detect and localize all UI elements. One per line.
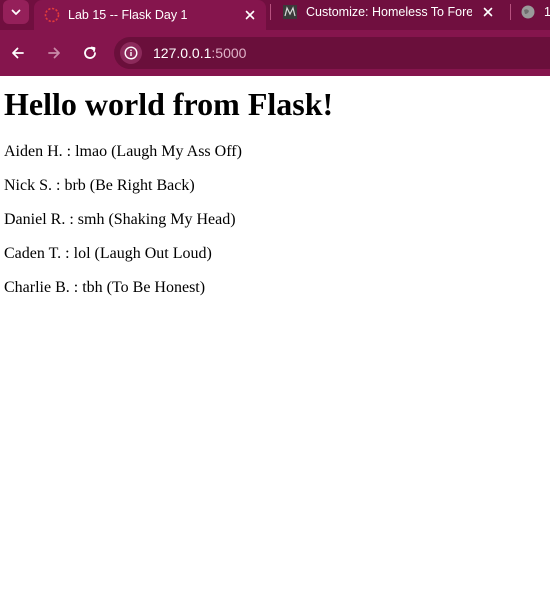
site-logo-icon (282, 4, 298, 20)
site-info-button[interactable] (120, 42, 142, 64)
arrow-left-icon (12, 47, 24, 59)
tab-title: Customize: Homeless To Foreve (306, 5, 472, 19)
toolbar: 127.0.0.1:5000 (0, 30, 550, 76)
address-bar[interactable]: 127.0.0.1:5000 (114, 37, 550, 69)
url-host: 127.0.0.1 (153, 45, 212, 61)
page-content: Hello world from Flask! Aiden H. : lmao … (0, 76, 550, 592)
loading-spinner-icon (44, 7, 60, 23)
browser-chrome: Lab 15 -- Flask Day 1 Customize: Homeles… (0, 0, 550, 76)
tab-strip: Lab 15 -- Flask Day 1 Customize: Homeles… (0, 0, 550, 30)
slang-entry: Daniel R. : smh (Shaking My Head) (4, 211, 236, 228)
tab-third[interactable]: 1 (514, 0, 550, 24)
info-icon (124, 46, 138, 60)
tab-separator (270, 4, 271, 20)
globe-icon (520, 4, 536, 20)
slang-entry: Charlie B. : tbh (To Be Honest) (4, 279, 206, 296)
back-button[interactable] (6, 41, 30, 65)
tab-search-button[interactable] (3, 0, 29, 24)
forward-button[interactable] (42, 41, 66, 65)
tab-title: 1 (544, 5, 550, 19)
tab-customize[interactable]: Customize: Homeless To Foreve (274, 0, 506, 24)
slang-entry: Nick S. : brb (Be Right Back) (4, 177, 195, 194)
page-heading: Hello world from Flask! (4, 86, 334, 122)
slang-entry: Caden T. : lol (Laugh Out Loud) (4, 245, 212, 262)
close-tab-icon[interactable] (242, 7, 258, 23)
chevron-down-icon (11, 9, 21, 15)
url-port: :5000 (211, 45, 247, 61)
close-tab-icon[interactable] (480, 4, 496, 20)
tab-separator (510, 4, 511, 20)
url-text[interactable]: 127.0.0.1:5000 (153, 45, 246, 61)
slang-entry: Aiden H. : lmao (Laugh My Ass Off) (4, 143, 242, 160)
arrow-right-icon (48, 47, 60, 59)
tab-lab15[interactable]: Lab 15 -- Flask Day 1 (34, 0, 266, 30)
reload-icon (84, 46, 96, 59)
tab-title: Lab 15 -- Flask Day 1 (68, 8, 188, 22)
reload-button[interactable] (78, 41, 102, 65)
